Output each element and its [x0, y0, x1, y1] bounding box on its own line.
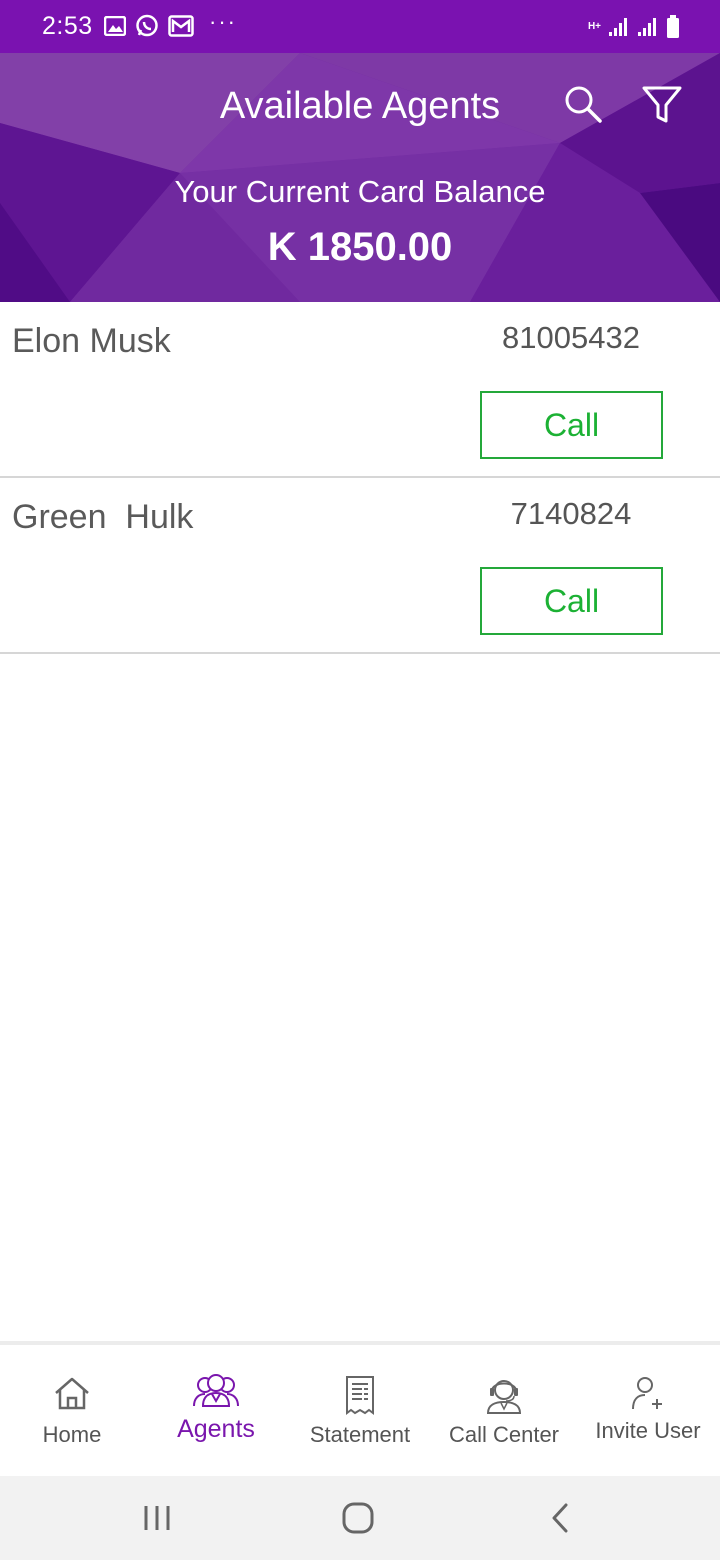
nav-label-statement: Statement [309, 1422, 411, 1447]
recent-apps-icon[interactable] [142, 1504, 172, 1532]
agent-row: Green Hulk 7140824 Call [0, 478, 720, 654]
home-icon [55, 1377, 89, 1410]
filter-button[interactable] [640, 83, 684, 127]
balance-label: Your Current Card Balance [174, 174, 546, 209]
home-button-icon[interactable] [342, 1502, 374, 1534]
image-icon [104, 16, 126, 36]
gmail-icon [168, 15, 194, 37]
nav-item-agents[interactable]: Agents [144, 1345, 288, 1476]
nav-item-call-center[interactable]: Call Center [432, 1345, 576, 1476]
header-banner: Available Agents Your Current Card Balan… [0, 53, 720, 302]
filter-icon [642, 86, 682, 123]
nav-label-call-center: Call Center [448, 1422, 560, 1447]
agent-number: 7140824 [510, 496, 632, 531]
headset-icon [486, 1380, 522, 1414]
signal-icon [609, 18, 627, 36]
battery-icon [667, 15, 679, 38]
system-icons: H+ [588, 14, 680, 40]
search-icon [565, 86, 602, 123]
android-navigation-bar [0, 1476, 720, 1560]
nav-label-agents: Agents [177, 1415, 255, 1443]
agent-name: Green Hulk [12, 498, 194, 536]
status-time: 2:53 [42, 12, 93, 40]
nav-label-invite-user: Invite User [595, 1418, 701, 1443]
add-user-icon [632, 1377, 662, 1410]
agent-number: 81005432 [502, 320, 640, 355]
agent-row: Elon Musk 81005432 Call [0, 302, 720, 478]
agents-icon [193, 1374, 239, 1407]
bottom-navigation: Home Agents Statement Call Center Invite… [0, 1341, 720, 1476]
page-title: Available Agents [219, 85, 501, 127]
nav-item-statement[interactable]: Statement [288, 1345, 432, 1476]
whatsapp-icon [136, 14, 158, 37]
back-icon[interactable] [548, 1502, 572, 1534]
more-dots-icon: ··· [209, 9, 237, 34]
nav-item-invite-user[interactable]: Invite User [576, 1345, 720, 1476]
call-button[interactable]: Call [480, 391, 663, 459]
statement-icon [346, 1376, 374, 1415]
signal-icon [638, 18, 656, 36]
nav-label-home: Home [42, 1422, 102, 1447]
nav-item-home[interactable]: Home [0, 1345, 144, 1476]
search-button[interactable] [562, 83, 604, 125]
network-type-icon: H+ [587, 21, 601, 32]
call-button[interactable]: Call [480, 567, 663, 635]
balance-value: K 1850.00 [267, 225, 453, 269]
agent-name: Elon Musk [12, 322, 171, 360]
notification-icons: ··· [104, 9, 237, 40]
status-bar: 2:53 ··· H+ [0, 0, 720, 53]
